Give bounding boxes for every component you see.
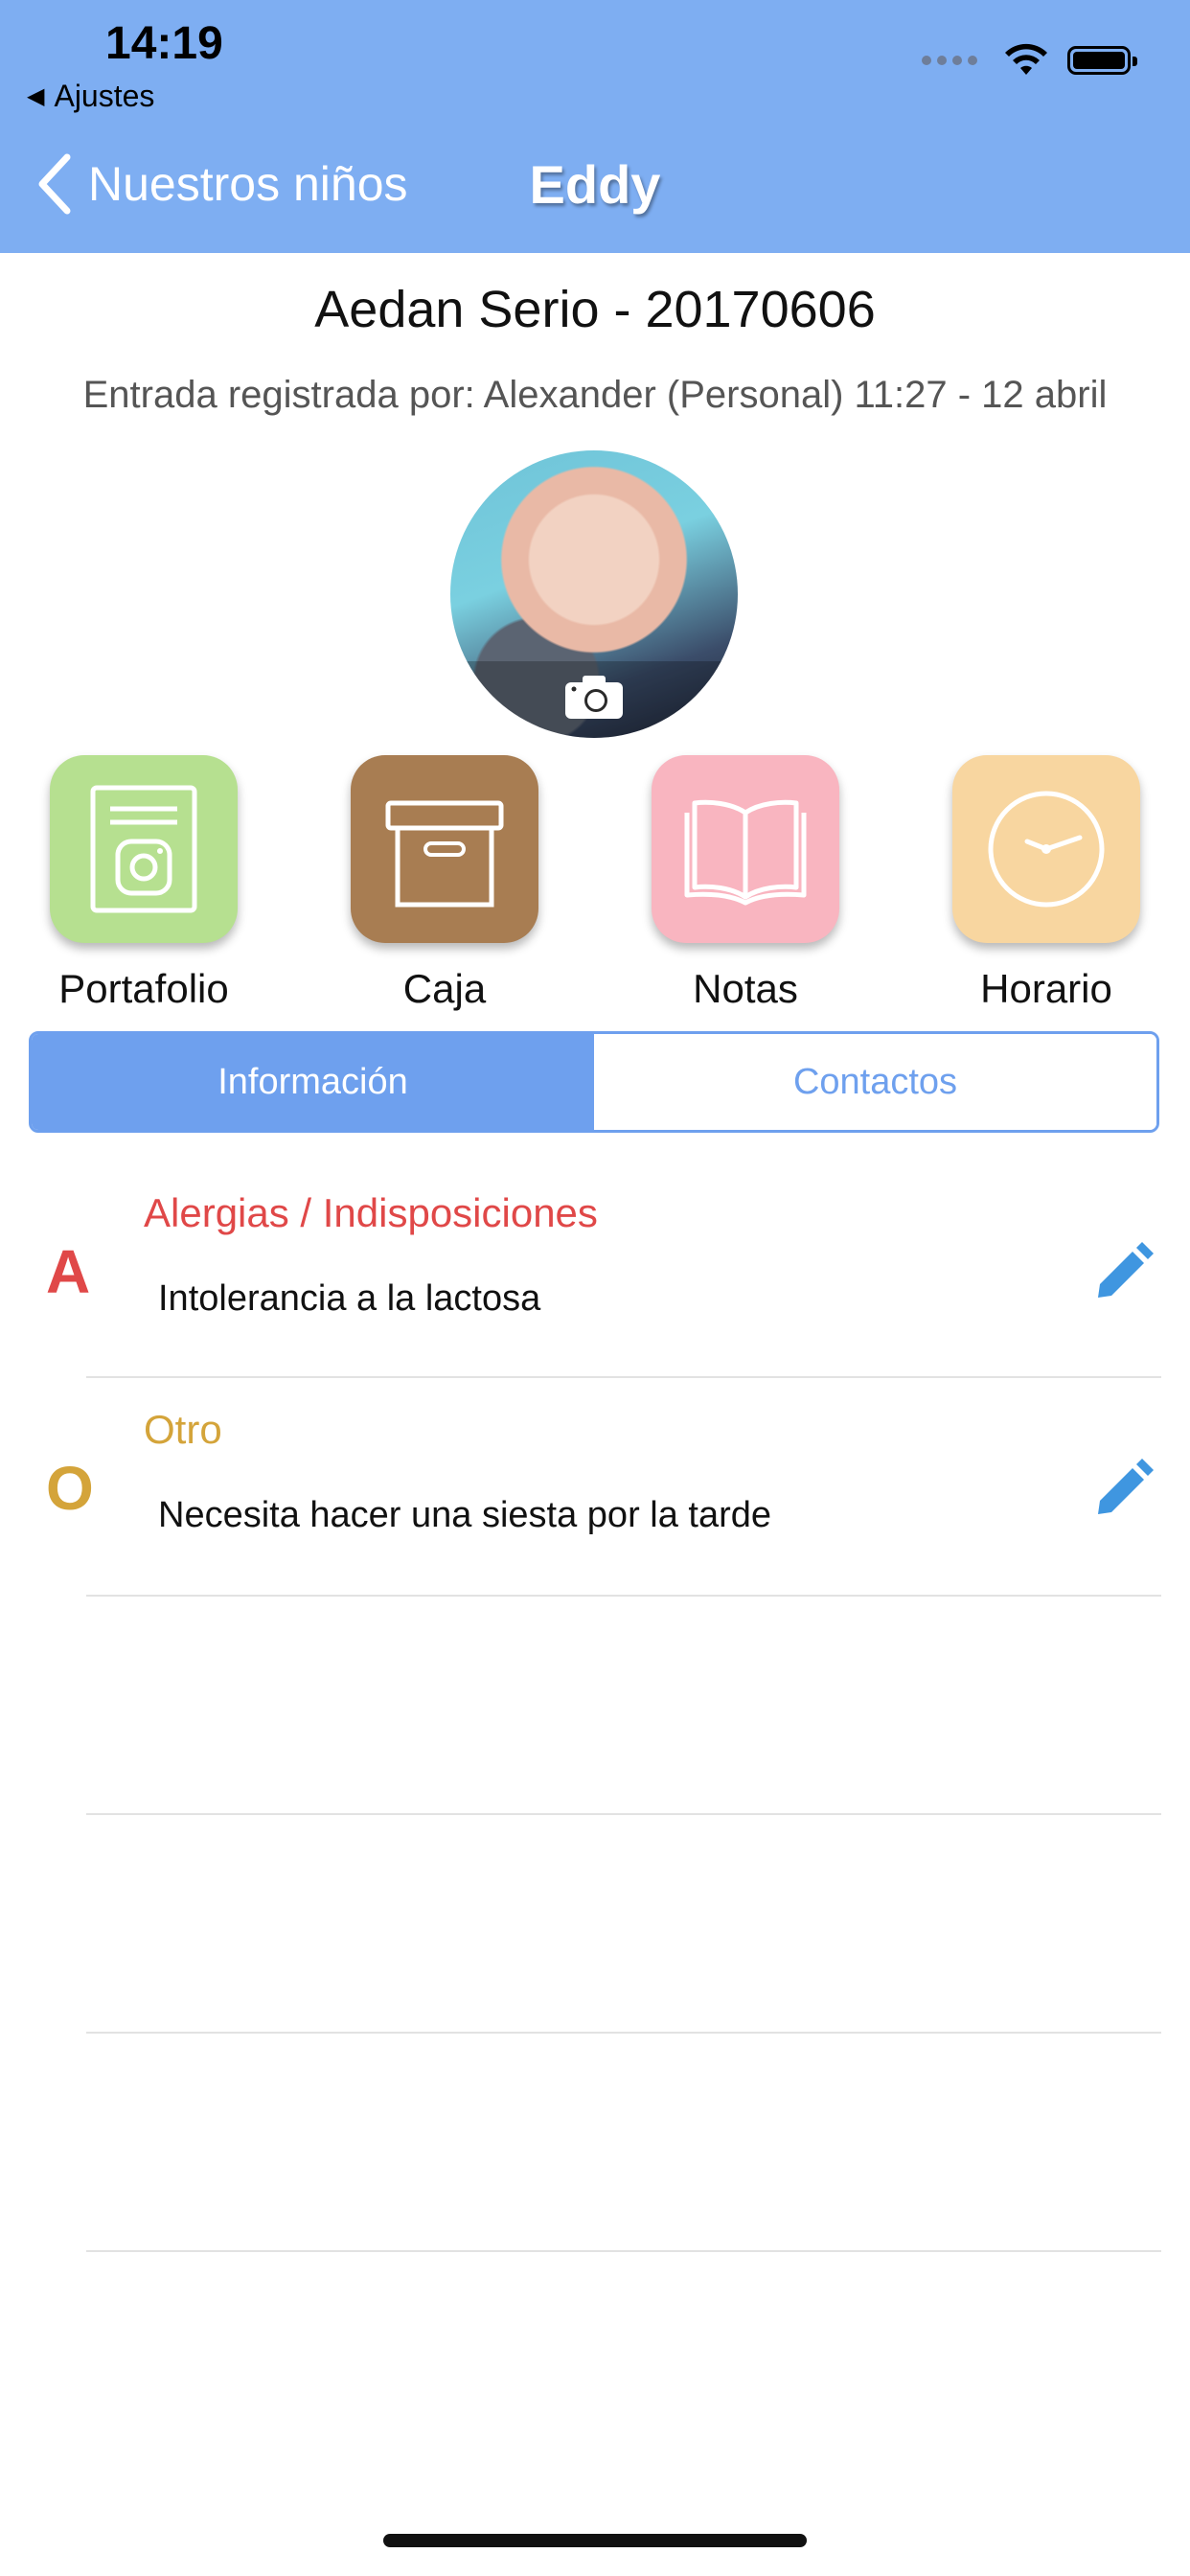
info-list: A Alergias / Indisposiciones Intoleranci…: [0, 1160, 1190, 2252]
tile-portafolio-box: [50, 755, 238, 943]
status-icons: [922, 42, 1137, 79]
tile-caja[interactable]: Caja: [351, 755, 538, 1012]
back-to-app-link[interactable]: ◀ Ajustes: [27, 79, 154, 114]
back-app-label: Ajustes: [54, 79, 155, 113]
category-text: Intolerancia a la lactosa: [158, 1278, 541, 1319]
edit-pencil-icon[interactable]: [1090, 1457, 1156, 1522]
divider: [86, 2032, 1161, 2034]
tab-informacion[interactable]: Información: [32, 1034, 594, 1130]
signal-dots-icon: [922, 56, 977, 65]
tile-label: Portafolio: [58, 966, 229, 1011]
battery-icon: [1067, 46, 1137, 75]
category-letter: A: [46, 1237, 91, 1306]
back-triangle-icon: ◀: [27, 83, 45, 109]
category-letter: O: [46, 1454, 94, 1523]
tile-horario[interactable]: Horario: [952, 755, 1140, 1012]
quick-actions: Portafolio Caja Notas Horario: [0, 755, 1190, 1014]
portfolio-icon: [90, 785, 197, 913]
tile-notas[interactable]: Notas: [652, 755, 839, 1012]
tile-portafolio[interactable]: Portafolio: [50, 755, 238, 1012]
divider: [86, 1813, 1161, 1815]
camera-icon: [565, 676, 623, 719]
entry-info: Entrada registrada por: Alexander (Perso…: [82, 374, 1108, 416]
tile-horario-box: [952, 755, 1140, 943]
tile-label: Horario: [980, 966, 1112, 1011]
divider: [86, 1595, 1161, 1597]
category-text: Necesita hacer una siesta por la tarde: [158, 1495, 772, 1535]
category-title: Alergias / Indisposiciones: [144, 1190, 598, 1235]
wifi-icon: [1005, 43, 1047, 75]
list-item: A Alergias / Indisposiciones Intoleranci…: [0, 1160, 1190, 1376]
tile-label: Notas: [693, 966, 798, 1011]
edit-pencil-icon[interactable]: [1090, 1240, 1156, 1305]
home-indicator[interactable]: [383, 2534, 807, 2547]
status-time: 14:19: [105, 18, 223, 69]
list-item: O Otro Necesita hacer una siesta por la …: [0, 1376, 1190, 1593]
tile-notas-box: [652, 755, 839, 943]
tile-label: Caja: [402, 966, 487, 1011]
navigation-bar: 14:19 ◀ Ajustes Nuestros niños Eddy: [0, 0, 1190, 253]
child-avatar[interactable]: [450, 450, 738, 738]
divider: [86, 2250, 1161, 2252]
tile-caja-box: [351, 755, 538, 943]
category-title: Otro: [144, 1407, 222, 1452]
clock-icon: [988, 791, 1105, 908]
screen: 14:19 ◀ Ajustes Nuestros niños Eddy Aeda…: [0, 0, 1190, 2576]
nav-title: Eddy: [529, 154, 661, 215]
book-icon: [684, 799, 807, 906]
segmented-control: Información Contactos: [29, 1031, 1159, 1133]
tab-contactos[interactable]: Contactos: [594, 1034, 1156, 1130]
box-icon: [385, 800, 504, 908]
child-name: Aedan Serio - 20170606: [314, 281, 876, 338]
